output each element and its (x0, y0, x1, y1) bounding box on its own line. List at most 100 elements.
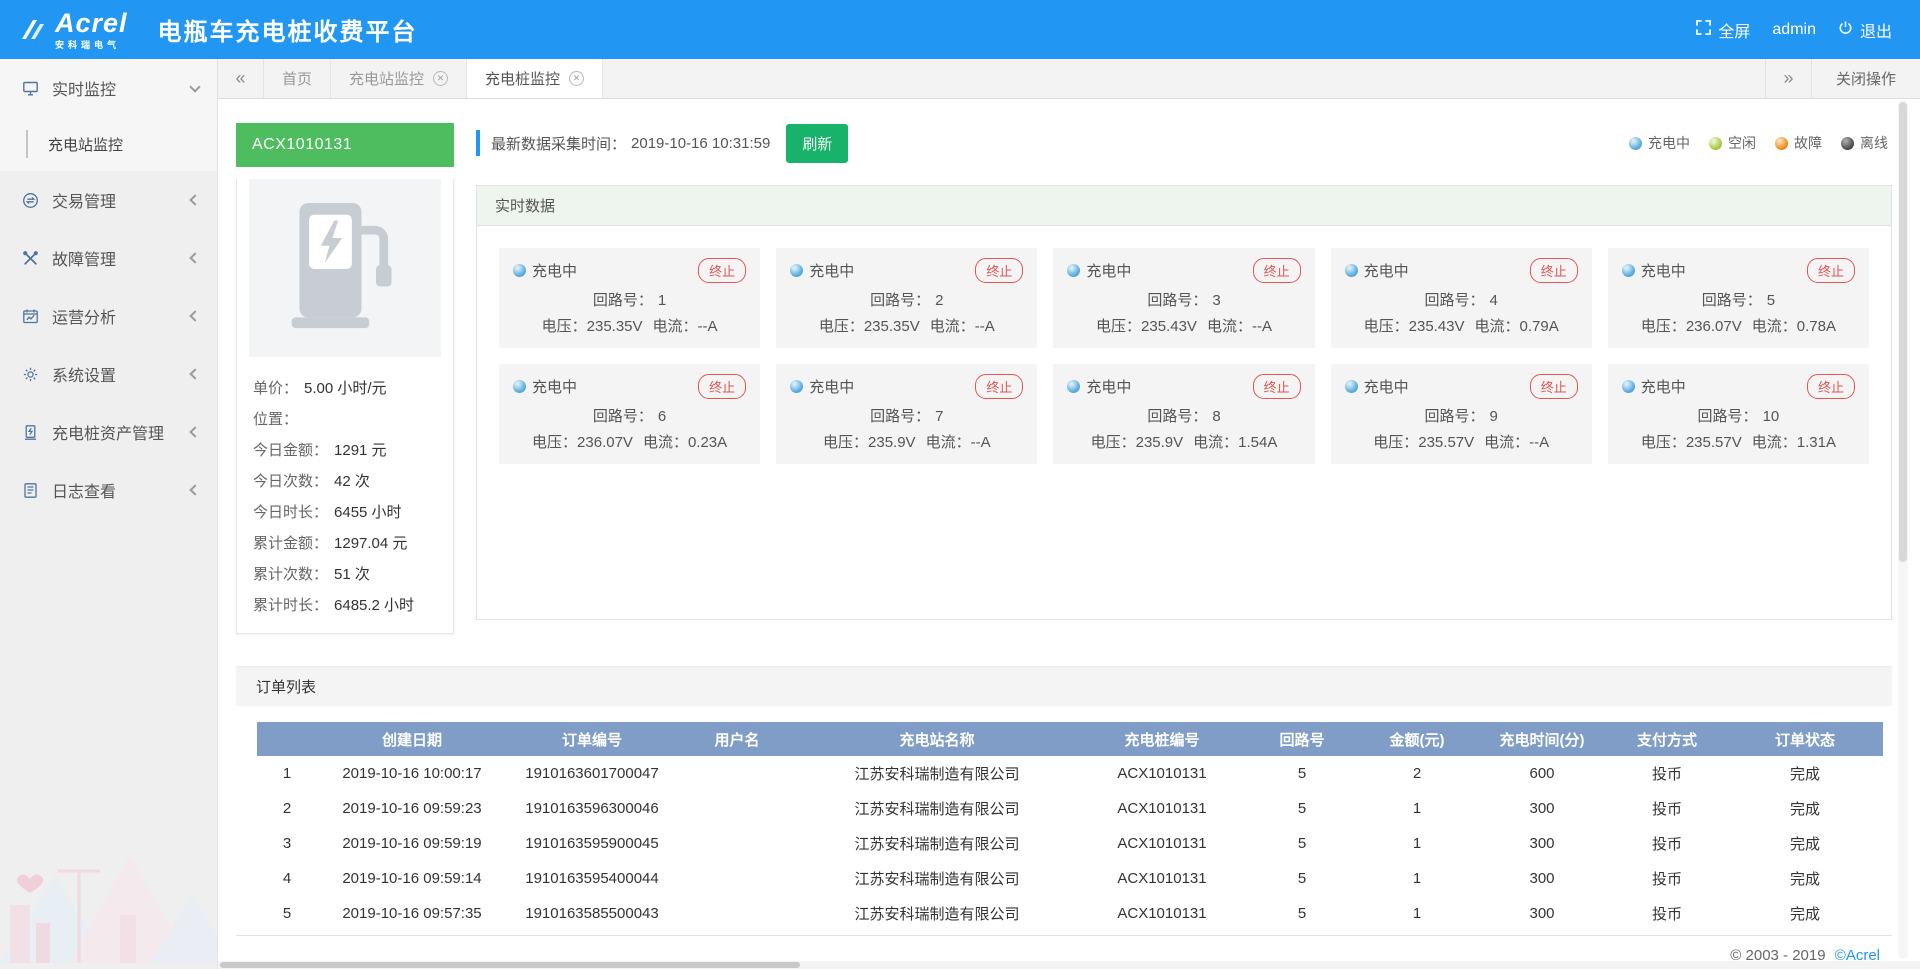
table-cell: 完成 (1727, 896, 1883, 931)
table-cell: 4 (257, 861, 317, 896)
table-cell: 江苏安科瑞制造有限公司 (797, 826, 1077, 861)
current-value: --A (1252, 318, 1272, 335)
circuit-label: 回路号： (1698, 408, 1758, 425)
table-cell: 2 (1357, 756, 1477, 791)
table-row[interactable]: 52019-10-16 09:57:351910163585500043江苏安科… (257, 896, 1883, 931)
vertical-scrollbar[interactable] (1898, 100, 1908, 959)
sidebar-item-realtime-monitor[interactable]: 实时监控 (0, 59, 217, 117)
tools-icon (22, 250, 39, 267)
fullscreen-button[interactable]: 全屏 (1696, 18, 1750, 42)
sidebar-item-charger-asset-management[interactable]: 充电桩资产管理 (0, 403, 217, 461)
circuit-card-10: 充电中终止 回路号：10 电压：235.57V电流：1.31A (1608, 364, 1869, 464)
sidebar-item-fault-management[interactable]: 故障管理 (0, 229, 217, 287)
close-operations-button[interactable]: 关闭操作 (1811, 59, 1920, 98)
close-icon[interactable]: ✕ (569, 71, 584, 86)
circuit-card-8: 充电中终止 回路号：8 电压：235.9V电流：1.54A (1053, 364, 1314, 464)
table-cell: 5 (257, 896, 317, 931)
acrel-logo-icon (20, 17, 46, 43)
chevron-left-icon (189, 252, 200, 263)
table-cell: 1910163601700047 (507, 756, 677, 791)
column-header: 支付方式 (1607, 722, 1727, 756)
chevron-left-icon (189, 194, 200, 205)
sidebar-subitem-charging-station-monitor[interactable]: 充电站监控 (0, 117, 217, 171)
terminate-button[interactable]: 终止 (1807, 258, 1855, 283)
circuit-label: 回路号： (1425, 292, 1485, 309)
sidebar-item-label: 交易管理 (52, 188, 178, 212)
idle-status-dot (1709, 137, 1722, 150)
current-label: 电流： (653, 318, 698, 335)
acrel-brand-link[interactable]: ©Acrel (1835, 947, 1880, 961)
terminate-button[interactable]: 终止 (698, 258, 746, 283)
charging-status-dot (790, 380, 803, 393)
tab-charging-pile-monitor[interactable]: 充电桩监控 ✕ (467, 59, 603, 98)
column-header: 订单状态 (1727, 722, 1883, 756)
logout-button[interactable]: 退出 (1838, 18, 1892, 42)
tab-scroll-right-button[interactable]: » (1765, 59, 1811, 98)
close-operations-label: 关闭操作 (1836, 68, 1896, 89)
column-header: 订单编号 (507, 722, 677, 756)
legend-idle: 空闲 (1709, 133, 1756, 153)
table-cell: 江苏安科瑞制造有限公司 (797, 861, 1077, 896)
logo-subtext: 安科瑞电气 (55, 41, 128, 50)
stat-total-amount: 累计金额：1297.04 元 (253, 528, 437, 559)
horizontal-scrollbar[interactable] (218, 961, 1920, 969)
terminate-button[interactable]: 终止 (975, 258, 1023, 283)
table-cell: 江苏安科瑞制造有限公司 (797, 896, 1077, 931)
voltage-label: 电压： (819, 318, 864, 335)
table-header-row: 创建日期 订单编号 用户名 充电站名称 充电桩编号 回路号 金额(元) 充电时间… (257, 722, 1883, 756)
username[interactable]: admin (1772, 21, 1816, 39)
table-row[interactable]: 22019-10-16 09:59:231910163596300046江苏安科… (257, 791, 1883, 826)
table-cell: ACX1010131 (1077, 791, 1247, 826)
card-status-label: 充电中 (1641, 376, 1686, 397)
table-cell: 1910163585500043 (507, 896, 677, 931)
terminate-button[interactable]: 终止 (1530, 374, 1578, 399)
stat-today-duration: 今日时长：6455 小时 (253, 497, 437, 528)
charging-pile-image (249, 179, 441, 357)
terminate-button[interactable]: 终止 (975, 374, 1023, 399)
column-header: 回路号 (1247, 722, 1357, 756)
terminate-button[interactable]: 终止 (1253, 374, 1301, 399)
table-cell: 完成 (1727, 791, 1883, 826)
chevron-down-icon (189, 81, 200, 92)
current-label: 电流： (1193, 434, 1238, 451)
tab-charging-station-monitor[interactable]: 充电站监控 ✕ (331, 59, 467, 98)
charging-status-dot (790, 264, 803, 277)
terminate-button[interactable]: 终止 (1807, 374, 1855, 399)
sidebar-item-system-settings[interactable]: 系统设置 (0, 345, 217, 403)
tab-home[interactable]: 首页 (264, 59, 331, 98)
terminate-button[interactable]: 终止 (698, 374, 746, 399)
vertical-scrollbar-thumb[interactable] (1899, 102, 1907, 562)
table-row[interactable]: 32019-10-16 09:59:191910163595900045江苏安科… (257, 826, 1883, 861)
close-icon[interactable]: ✕ (433, 71, 448, 86)
charging-status-dot (1345, 380, 1358, 393)
refresh-button[interactable]: 刷新 (786, 124, 848, 163)
circuit-card-6: 充电中终止 回路号：6 电压：236.07V电流：0.23A (499, 364, 760, 464)
realtime-monitor-section: 最新数据采集时间： 2019-10-16 10:31:59 刷新 充电中 空闲 … (476, 123, 1892, 634)
voltage-value: 235.43V (1141, 318, 1197, 335)
table-cell: 1910163595900045 (507, 826, 677, 861)
table-cell: ACX1010131 (1077, 826, 1247, 861)
voltage-value: 235.9V (1136, 434, 1184, 451)
sidebar-item-operation-analysis[interactable]: 运营分析 (0, 287, 217, 345)
table-cell: 2 (257, 791, 317, 826)
fullscreen-label: 全屏 (1718, 18, 1750, 42)
status-legend: 充电中 空闲 故障 离线 (1629, 133, 1892, 153)
tab-scroll-left-button[interactable]: « (218, 59, 264, 98)
realtime-data-title: 实时数据 (477, 186, 1891, 226)
table-row[interactable]: 12019-10-16 10:00:171910163601700047江苏安科… (257, 756, 1883, 791)
table-cell (677, 791, 797, 826)
horizontal-scrollbar-thumb[interactable] (220, 962, 800, 968)
terminate-button[interactable]: 终止 (1253, 258, 1301, 283)
terminate-button[interactable]: 终止 (1530, 258, 1578, 283)
stat-location: 位置： (253, 404, 437, 435)
logo-text: Acrel (55, 10, 128, 37)
sidebar-item-log-view[interactable]: 日志查看 (0, 461, 217, 519)
table-cell: 江苏安科瑞制造有限公司 (797, 756, 1077, 791)
sidebar-item-transaction-management[interactable]: 交易管理 (0, 171, 217, 229)
table-row[interactable]: 42019-10-16 09:59:141910163595400044江苏安科… (257, 861, 1883, 896)
table-cell: 1 (1357, 826, 1477, 861)
current-value: 0.78A (1797, 318, 1836, 335)
charging-pile-icon (22, 424, 39, 441)
table-cell: 5 (1247, 756, 1357, 791)
card-status-label: 充电中 (809, 260, 854, 281)
